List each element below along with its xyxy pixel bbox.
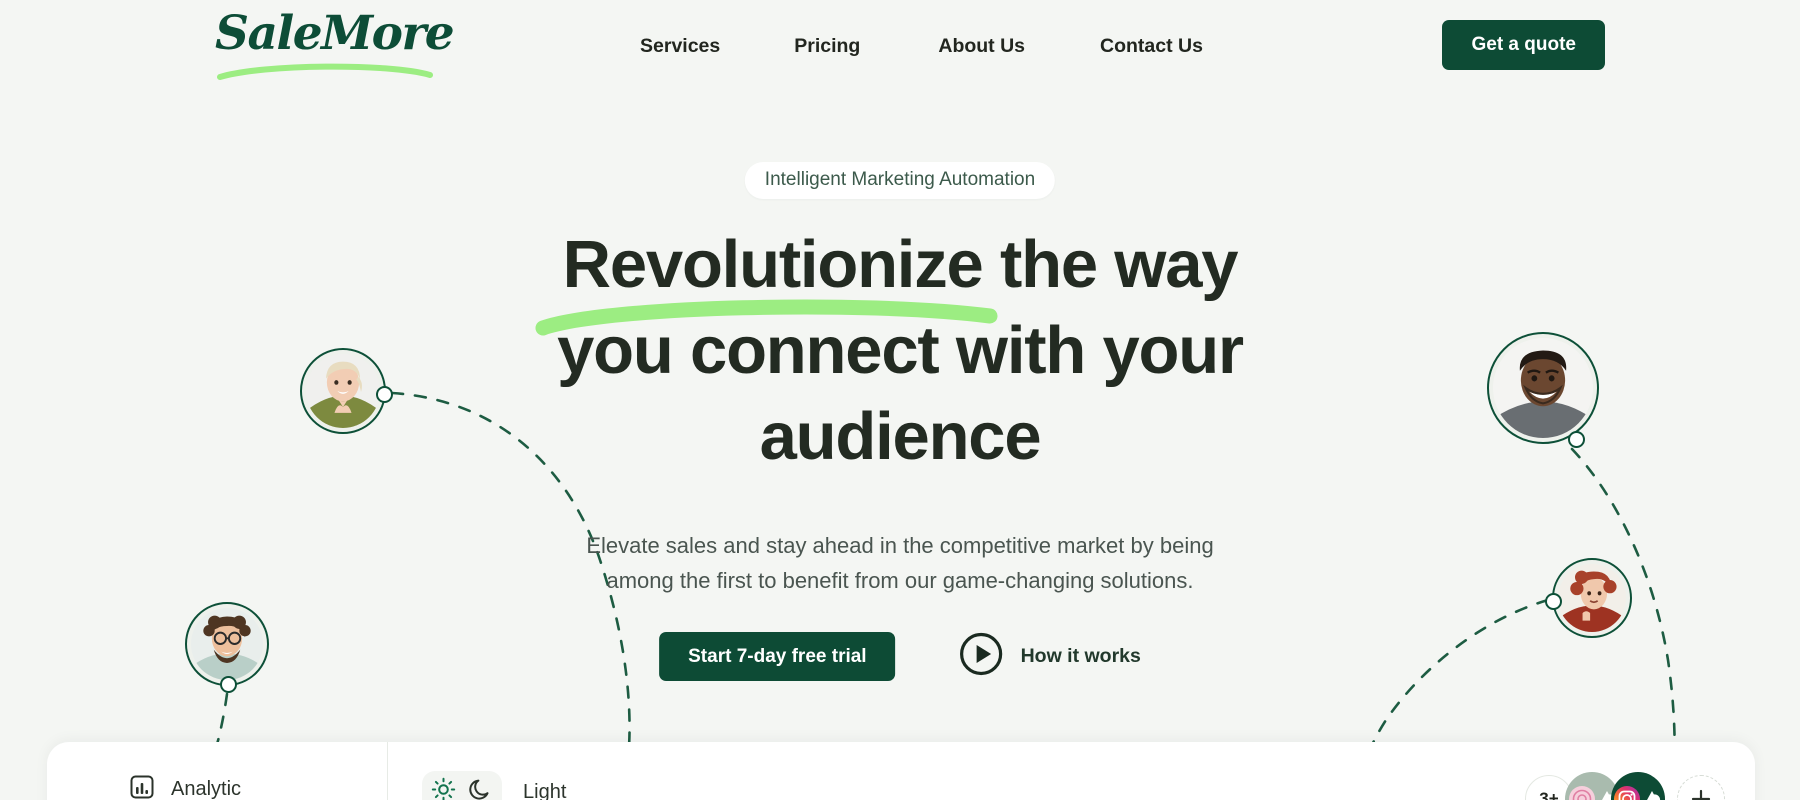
sun-icon[interactable] [431, 777, 456, 800]
play-circle-icon [960, 632, 1004, 681]
avatar-blonde-woman [300, 348, 393, 434]
add-integration-button[interactable] [1677, 775, 1725, 800]
hero-subtitle: Elevate sales and stay ahead in the comp… [586, 533, 1214, 593]
get-a-quote-button[interactable]: Get a quote [1442, 20, 1605, 70]
site-header: SaleMore Services Pricing About Us Conta… [0, 0, 1800, 92]
bar-chart-icon [129, 774, 155, 800]
avatar-photo [1493, 338, 1593, 438]
analytic-item[interactable]: Analytic [129, 774, 241, 800]
toolbar-divider [387, 742, 388, 800]
avatar-photo [191, 608, 263, 680]
integrations-group: 3+ [1525, 772, 1725, 800]
avatar-smiling-man [1487, 332, 1599, 448]
nav-item-about-us[interactable]: About Us [938, 35, 1025, 58]
connection-node [220, 676, 237, 693]
connection-node [1568, 431, 1585, 448]
nav-item-pricing[interactable]: Pricing [794, 35, 860, 58]
nav-item-contact-us[interactable]: Contact Us [1100, 35, 1203, 58]
theme-label: Light [523, 780, 567, 800]
how-it-works-label: How it works [1020, 645, 1141, 667]
avatar-redhead-woman [1545, 558, 1632, 638]
landing-page: SaleMore Services Pricing About Us Conta… [0, 0, 1800, 800]
page-title: Revolutionize the way you connect with y… [510, 222, 1290, 480]
headline-line-3: audience [759, 399, 1042, 474]
plus-icon [1691, 789, 1711, 800]
hero-badge: Intelligent Marketing Automation [744, 162, 1056, 199]
avatar-photo [306, 354, 380, 428]
logo-underline-swoosh [217, 63, 433, 80]
start-free-trial-button[interactable]: Start 7-day free trial [659, 632, 896, 681]
avatar-bearded-man [185, 602, 269, 693]
nav-item-services[interactable]: Services [640, 35, 720, 58]
logo-text: SaleMore [215, 6, 455, 61]
moon-icon[interactable] [468, 777, 493, 800]
bottom-toolbar-panel: Analytic Light 3+ [47, 742, 1755, 800]
headline-line-1: Revolutionize the way [562, 227, 1239, 302]
headline-highlight-swoosh [535, 299, 998, 336]
theme-toggle[interactable]: Light [422, 771, 566, 800]
avatar-photo [1558, 564, 1626, 632]
main-navigation: Services Pricing About Us Contact Us [640, 0, 1203, 92]
hero-cta-row: Start 7-day free trial How it works [659, 632, 1141, 681]
analytic-label: Analytic [171, 778, 242, 800]
app-icon-instagram[interactable] [1611, 772, 1665, 800]
theme-toggle-pill[interactable] [422, 771, 502, 800]
how-it-works-link[interactable]: How it works [960, 632, 1141, 681]
connection-node [1545, 593, 1562, 610]
logo[interactable]: SaleMore [215, 6, 455, 84]
connection-node [376, 386, 393, 403]
